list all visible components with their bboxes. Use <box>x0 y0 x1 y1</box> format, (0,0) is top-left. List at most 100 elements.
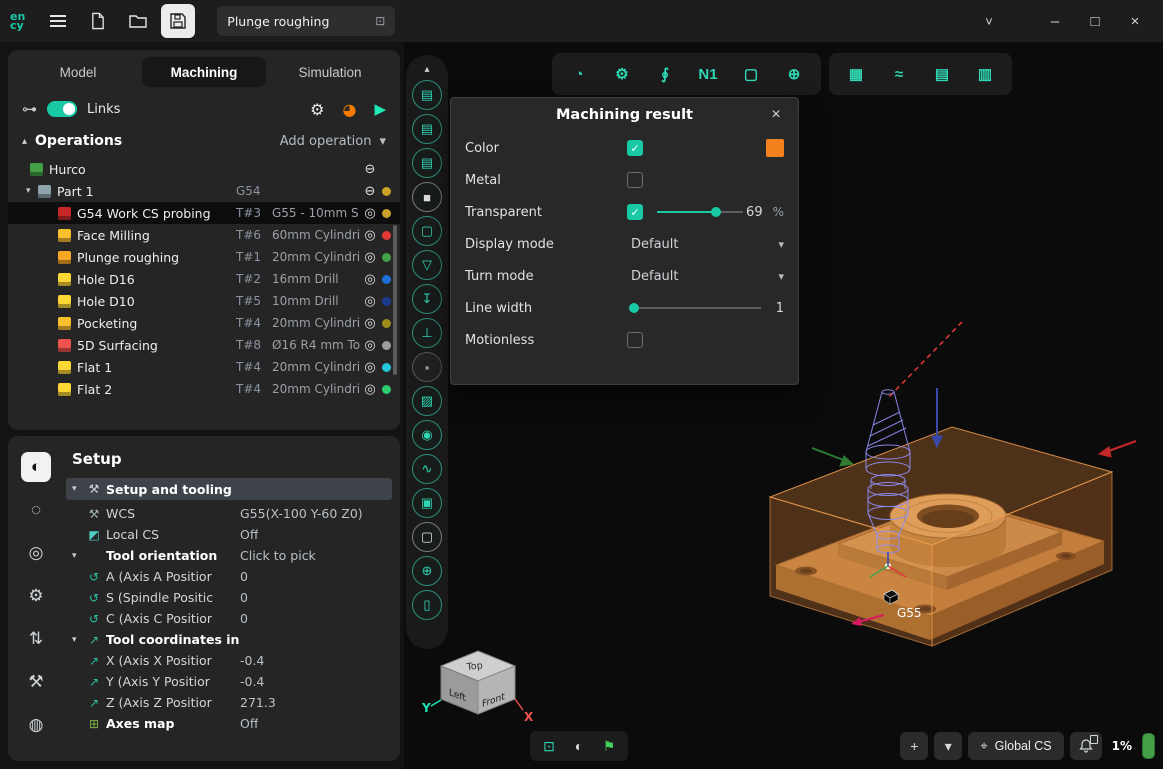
operation-color-dot[interactable] <box>382 209 391 218</box>
tool-add-icon[interactable]: ⊕ <box>777 58 811 90</box>
operation-color-dot[interactable] <box>382 275 391 284</box>
setup-row[interactable]: ⊞ Axes map Off <box>66 713 392 734</box>
result-color-swatch[interactable] <box>766 139 784 157</box>
setup-row-value[interactable]: 0 <box>240 590 248 605</box>
sim-machine-icon[interactable]: ▤ <box>412 80 442 110</box>
add-operation-button[interactable]: Add operation ▾ <box>280 134 386 149</box>
operation-visibility-icon[interactable]: ◎ <box>360 294 380 309</box>
stop-icon[interactable]: ■ <box>412 182 442 212</box>
app-logo[interactable]: en cy <box>10 12 25 30</box>
tools-icon[interactable]: ⚒ <box>21 667 51 697</box>
setup-row-value[interactable]: 0 <box>240 611 248 626</box>
tab-simulation[interactable]: Simulation <box>268 57 392 87</box>
navigation-icon[interactable]: ◎ <box>21 538 51 568</box>
setup-row[interactable]: ↗ Y (Axis Y Positior -0.4 <box>66 671 392 692</box>
operation-row[interactable]: Plunge roughing T#1 20mm Cylindri ◎ <box>8 246 400 268</box>
setup-row-value[interactable]: Off <box>240 716 258 731</box>
setup-row[interactable]: ↺ A (Axis A Positior 0 <box>66 566 392 587</box>
stock-icon[interactable]: ▢ <box>412 216 442 246</box>
mesh-icon[interactable]: ▢ <box>412 522 442 552</box>
setup-row-value[interactable]: -0.4 <box>240 674 264 689</box>
print-report-icon[interactable]: ▤ <box>925 58 959 90</box>
operation-visibility-icon[interactable]: ◎ <box>360 228 380 243</box>
operation-visibility-icon[interactable]: ◎ <box>360 250 380 265</box>
setup-row[interactable]: ↗ X (Axis X Positior -0.4 <box>66 650 392 671</box>
operation-color-dot[interactable] <box>382 319 391 328</box>
deviation-check-icon[interactable]: ≈ <box>882 58 916 90</box>
operation-row[interactable]: Flat 1 T#4 20mm Cylindri ◎ <box>8 356 400 378</box>
machine-settings-icon[interactable]: ⚙ <box>21 581 51 611</box>
columns-view-icon[interactable]: ▥ <box>968 58 1002 90</box>
close-icon[interactable]: × <box>764 103 788 127</box>
setup-row-value[interactable]: Off <box>240 527 258 542</box>
operation-color-dot[interactable] <box>382 231 391 240</box>
setup-row-value[interactable]: -0.4 <box>240 653 264 668</box>
transparent-slider[interactable] <box>657 205 743 219</box>
operation-visibility-icon[interactable]: ◎ <box>360 360 380 375</box>
display-mode-select[interactable]: Default <box>631 237 679 252</box>
operation-row[interactable]: Flat 2 T#4 20mm Cylindri ◎ <box>8 378 400 400</box>
setup-row-value[interactable]: G55(X-100 Y-60 Z0) <box>240 506 363 521</box>
shading-mode-icon[interactable]: ◐ <box>566 733 592 759</box>
mouse-mode-icon[interactable]: ▯ <box>412 590 442 620</box>
operation-row[interactable]: Pocketing T#4 20mm Cylindri ◎ <box>8 312 400 334</box>
setup-row[interactable]: ↗ Z (Axis Z Positior 271.3 <box>66 692 392 713</box>
section-chevron-icon[interactable]: ▾ <box>72 551 82 561</box>
expand-chevron-icon[interactable]: ▾ <box>26 186 38 196</box>
cutting-tool-icon[interactable]: ↧ <box>412 284 442 314</box>
maximize-button[interactable]: □ <box>1077 6 1113 36</box>
fit-view-icon[interactable]: ⊡ <box>536 733 562 759</box>
sim-machine-axes-icon[interactable]: ▤ <box>412 114 442 144</box>
operation-visibility-icon[interactable]: ◎ <box>360 338 380 353</box>
state-icon[interactable]: ◍ <box>21 710 51 740</box>
operation-color-dot[interactable] <box>382 165 391 174</box>
operations-collapse-icon[interactable]: ▴ <box>22 136 27 147</box>
operation-row[interactable]: Face Milling T#6 60mm Cylindri ◎ <box>8 224 400 246</box>
operation-color-dot[interactable] <box>382 341 391 350</box>
notifications-button[interactable] <box>1070 732 1102 760</box>
operation-row[interactable]: Hole D16 T#2 16mm Drill ◎ <box>8 268 400 290</box>
motionless-checkbox[interactable] <box>627 332 643 348</box>
document-name-box[interactable]: Plunge roughing ⊡ <box>217 6 395 36</box>
machining-result-icon[interactable]: ◔ <box>562 58 596 90</box>
save-button[interactable] <box>161 4 195 38</box>
line-width-slider[interactable] <box>631 301 761 315</box>
filter-icon[interactable]: ▽ <box>412 250 442 280</box>
global-cs-button[interactable]: ⌖ Global CS <box>968 732 1063 760</box>
operation-visibility-icon[interactable]: ◎ <box>360 272 380 287</box>
operation-row[interactable]: 5D Surfacing T#8 Ø16 R4 mm To ◎ <box>8 334 400 356</box>
open-file-button[interactable] <box>121 4 155 38</box>
operation-color-dot[interactable] <box>382 297 391 306</box>
new-file-button[interactable] <box>81 4 115 38</box>
operation-row[interactable]: G54 Work CS probing T#3 G55 - 10mm S ◎ <box>8 202 400 224</box>
slider-knob[interactable] <box>629 303 639 313</box>
tab-machining[interactable]: Machining <box>142 57 266 87</box>
setup-row-value[interactable]: 271.3 <box>240 695 276 710</box>
setup-row[interactable]: ▾ ↗ Tool coordinates in <box>66 629 392 650</box>
setup-row[interactable]: ◩ Local CS Off <box>66 524 392 545</box>
operation-color-dot[interactable] <box>382 363 391 372</box>
collapse-chevron-button[interactable]: ˅ <box>971 6 1007 36</box>
machine-status-indicator[interactable] <box>1142 733 1155 759</box>
display-mode-icon[interactable]: ▢ <box>734 58 768 90</box>
point-icon[interactable]: ◉ <box>412 420 442 450</box>
operation-visibility-icon[interactable]: ⊖ <box>360 184 380 199</box>
display-mode-chevron-icon[interactable]: ▾ <box>778 238 784 251</box>
toolbar-scroll-up-icon[interactable]: ▴ <box>414 60 440 78</box>
operation-row[interactable]: ▾ Part 1 G54 ⊖ <box>8 180 400 202</box>
reorder-icon[interactable]: ⇅ <box>21 624 51 654</box>
sim-machine-tool-icon[interactable]: ▤ <box>412 148 442 178</box>
transparent-checkbox[interactable] <box>627 204 643 220</box>
calculator-panel-icon[interactable]: ▦ <box>839 58 873 90</box>
setup-row[interactable]: ▾ ⚒ Setup and tooling <box>66 478 392 500</box>
flag-icon[interactable]: ⚑ <box>596 733 622 759</box>
setup-row[interactable]: ⚒ WCS G55(X-100 Y-60 Z0) <box>66 503 392 524</box>
links-toggle[interactable] <box>47 101 77 117</box>
operations-settings-icon[interactable]: ⚙ <box>310 100 324 119</box>
tool-holder-icon[interactable]: ⊥ <box>412 318 442 348</box>
workplane-icon[interactable]: ▪ <box>412 352 442 382</box>
metal-checkbox[interactable] <box>627 172 643 188</box>
turn-mode-chevron-icon[interactable]: ▾ <box>778 270 784 283</box>
stock-definition-icon[interactable]: ◌ <box>21 495 51 525</box>
operation-color-dot[interactable] <box>382 385 391 394</box>
